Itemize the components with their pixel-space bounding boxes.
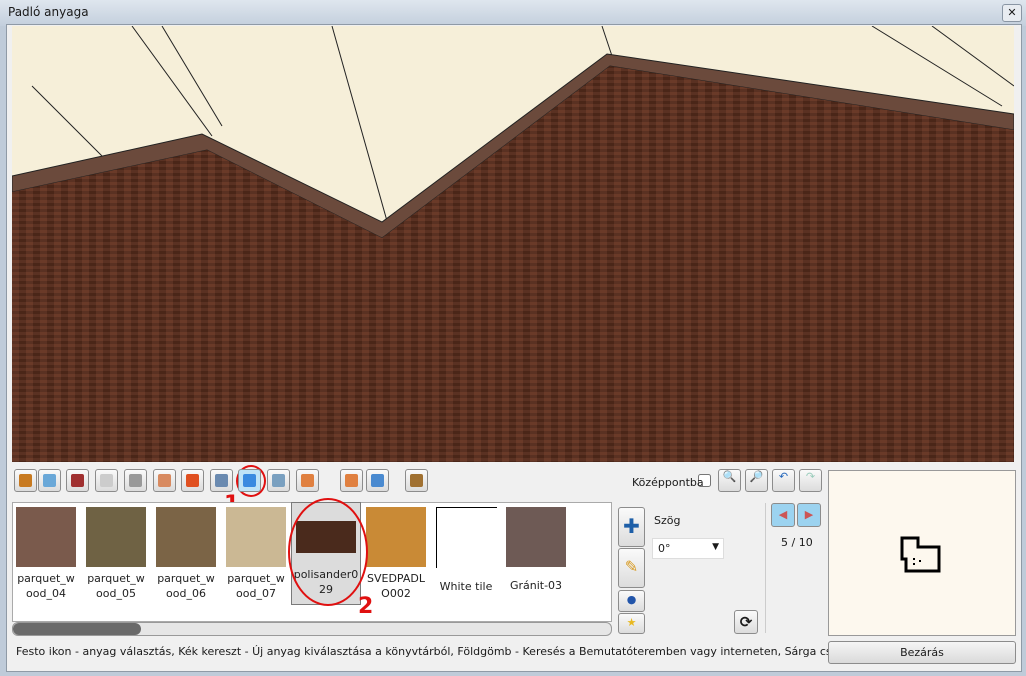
material-label: Gránit-03 <box>509 579 563 592</box>
angle-select[interactable]: 0° ▼ <box>652 538 724 559</box>
material-thumbnail <box>16 507 76 567</box>
wardrobe-icon-glyph <box>100 474 113 487</box>
horizontal-scrollbar[interactable] <box>12 622 612 636</box>
window-title: Padló anyaga <box>8 5 89 19</box>
material-item[interactable]: SVEDPADL O002 <box>366 507 426 601</box>
material-item[interactable]: parquet_w ood_05 <box>86 507 146 601</box>
material-label: parquet_w ood_06 <box>157 572 215 600</box>
material-label: parquet_w ood_07 <box>227 572 285 600</box>
globe-icon[interactable]: ● <box>618 590 645 612</box>
floor-alt-icon[interactable] <box>267 469 290 492</box>
3d-preview[interactable] <box>11 25 1015 462</box>
material-thumbnail <box>86 507 146 567</box>
tile-floor-icon-glyph <box>371 474 384 487</box>
title-bar <box>0 0 1026 26</box>
shelf-icon-glyph <box>129 474 142 487</box>
picture-icon[interactable] <box>210 469 233 492</box>
scrollbar-thumb[interactable] <box>13 623 141 635</box>
tile-walls-icon-glyph <box>345 474 358 487</box>
material-item[interactable]: Gránit-03 <box>506 507 566 593</box>
zoom-in-icon[interactable]: 🔍 <box>718 469 741 492</box>
room-walls-icon-glyph <box>301 474 314 487</box>
ceiling-lamp-icon[interactable] <box>153 469 176 492</box>
tile-walls-icon[interactable] <box>340 469 363 492</box>
refresh-icon[interactable]: ⟳ <box>734 610 758 634</box>
material-label: parquet_w ood_04 <box>17 572 75 600</box>
tile-floor-icon[interactable] <box>366 469 389 492</box>
material-thumbnail <box>436 507 497 568</box>
door-icon-glyph <box>19 474 32 487</box>
material-item[interactable]: parquet_w ood_04 <box>16 507 76 601</box>
floor-icon-glyph <box>243 474 256 487</box>
undo-icon[interactable]: ↶ <box>772 469 795 492</box>
window-icon[interactable] <box>38 469 61 492</box>
window-icon-glyph <box>43 474 56 487</box>
page-counter: 5 / 10 <box>781 536 813 549</box>
floorplan-preview <box>828 470 1016 636</box>
zoom-out-icon[interactable]: 🔎 <box>745 469 768 492</box>
close-button[interactable]: Bezárás <box>828 641 1016 664</box>
angle-label: Szög <box>654 514 681 527</box>
floor-alt-icon-glyph <box>272 474 285 487</box>
material-item[interactable]: parquet_w ood_07 <box>226 507 286 601</box>
furniture-icon[interactable] <box>405 469 428 492</box>
material-item[interactable]: parquet_w ood_06 <box>156 507 216 601</box>
close-icon[interactable]: ✕ <box>1002 4 1022 22</box>
ceiling-lamp-icon-glyph <box>158 474 171 487</box>
material-item[interactable]: White tile <box>436 507 497 594</box>
angle-value: 0° <box>658 542 671 555</box>
center-label: Középpontba <box>632 476 704 489</box>
picture-icon-glyph <box>215 474 228 487</box>
prev-page-arrow-icon[interactable]: ◀ <box>771 503 795 527</box>
room-walls-icon[interactable] <box>296 469 319 492</box>
wardrobe-icon[interactable] <box>95 469 118 492</box>
star-icon[interactable]: ★ <box>618 613 645 634</box>
door-icon[interactable] <box>14 469 37 492</box>
furniture-icon-glyph <box>410 474 423 487</box>
material-thumbnail <box>156 507 216 567</box>
next-page-arrow-icon[interactable]: ▶ <box>797 503 821 527</box>
material-thumbnail <box>226 507 286 567</box>
edit-pencil-button[interactable]: ✎ <box>618 548 645 588</box>
floor-icon[interactable] <box>238 469 261 492</box>
material-thumbnail <box>506 507 566 567</box>
shelf-icon[interactable] <box>124 469 147 492</box>
material-label: White tile <box>439 580 493 593</box>
status-hint: Festo ikon - anyag választás, Kék keresz… <box>16 645 913 658</box>
material-label: parquet_w ood_05 <box>87 572 145 600</box>
annotation-2: 2 <box>358 594 374 619</box>
wall-color-icon[interactable] <box>66 469 89 492</box>
wall-lamp-icon-glyph <box>186 474 199 487</box>
wall-lamp-icon[interactable] <box>181 469 204 492</box>
wall-color-icon-glyph <box>71 474 84 487</box>
add-material-button[interactable]: ✚ <box>618 507 645 547</box>
redo-icon[interactable]: ↷ <box>799 469 822 492</box>
material-thumbnail <box>366 507 426 567</box>
